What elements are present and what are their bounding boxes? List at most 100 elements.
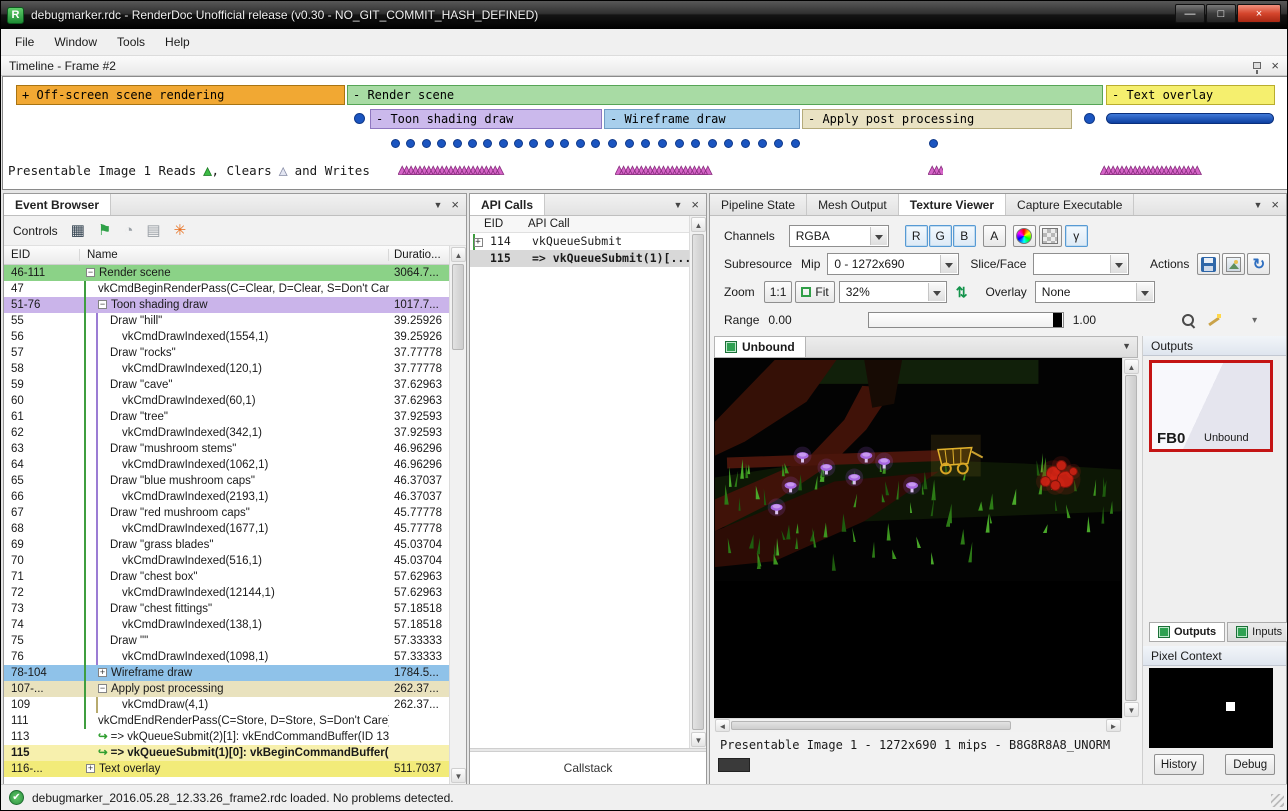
- event-row[interactable]: 57Draw "rocks"37.77778: [4, 345, 449, 361]
- close-icon[interactable]: ×: [1271, 200, 1279, 210]
- column-eid[interactable]: EID: [470, 218, 528, 230]
- expand-icon[interactable]: +: [98, 668, 107, 677]
- timeline-draw-dot[interactable]: [545, 139, 554, 148]
- zoom-1to1-button[interactable]: 1:1: [764, 281, 793, 303]
- event-row[interactable]: 60vkCmdDrawIndexed(60,1)37.62963: [4, 393, 449, 409]
- texture-image[interactable]: [714, 360, 1122, 581]
- api-call-row[interactable]: +114vkQueueSubmit: [470, 233, 689, 250]
- expander-chevron-icon[interactable]: ▾: [1252, 315, 1257, 326]
- event-row[interactable]: 73Draw "chest fittings"57.18518: [4, 601, 449, 617]
- event-row[interactable]: 109vkCmdDraw(4,1)262.37...: [4, 697, 449, 713]
- scroll-up-icon[interactable]: ▲: [691, 217, 706, 232]
- column-api-call[interactable]: API Call: [528, 218, 689, 230]
- green-channel-button[interactable]: G: [929, 225, 952, 247]
- event-row[interactable]: 75Draw ""57.33333: [4, 633, 449, 649]
- scroll-thumb[interactable]: [452, 264, 464, 350]
- timeline-draw-dot[interactable]: [529, 139, 538, 148]
- blue-channel-button[interactable]: B: [953, 225, 976, 247]
- event-row[interactable]: 62vkCmdDrawIndexed(342,1)37.92593: [4, 425, 449, 441]
- stats-icon[interactable]: ▤: [146, 223, 160, 238]
- title-bar[interactable]: R debugmarker.rdc - RenderDoc Unofficial…: [1, 1, 1287, 29]
- timeline-draw-dot[interactable]: [625, 139, 634, 148]
- event-row[interactable]: 46-111−Render scene3064.7...: [4, 265, 449, 281]
- event-row[interactable]: 107-...−Apply post processing262.37...: [4, 681, 449, 697]
- timeline-marker-bar[interactable]: - Wireframe draw: [604, 109, 800, 129]
- timeline-draw-dot[interactable]: [560, 139, 569, 148]
- alpha-channel-button[interactable]: A: [983, 225, 1006, 247]
- overlay-select[interactable]: None: [1035, 281, 1155, 303]
- find-icon[interactable]: ✳: [174, 223, 187, 238]
- scroll-right-icon[interactable]: ►: [1106, 719, 1121, 732]
- timeline-draw-dot[interactable]: [758, 139, 767, 148]
- tab-outputs[interactable]: Outputs: [1149, 622, 1225, 642]
- event-row[interactable]: 64vkCmdDrawIndexed(1062,1)46.96296: [4, 457, 449, 473]
- event-row[interactable]: 111vkCmdEndRenderPass(C=Store, D=Store, …: [4, 713, 449, 729]
- column-eid[interactable]: EID: [4, 249, 80, 261]
- tab-mesh-output[interactable]: Mesh Output: [807, 194, 899, 215]
- scroll-left-icon[interactable]: ◄: [715, 719, 730, 732]
- history-button[interactable]: History: [1154, 754, 1204, 775]
- event-row[interactable]: 66vkCmdDrawIndexed(2193,1)46.37037: [4, 489, 449, 505]
- collapse-icon[interactable]: −: [98, 684, 107, 693]
- event-row[interactable]: 65Draw "blue mushroom caps"46.37037: [4, 473, 449, 489]
- scroll-up-icon[interactable]: ▲: [1124, 359, 1139, 374]
- timeline-draw-dot[interactable]: [691, 139, 700, 148]
- zoom-fit-button[interactable]: Fit: [795, 281, 834, 303]
- scroll-up-icon[interactable]: ▲: [451, 247, 466, 262]
- timeline-draw-dot[interactable]: [437, 139, 446, 148]
- scroll-down-icon[interactable]: ▼: [691, 732, 706, 747]
- event-row[interactable]: 78-104+Wireframe draw1784.5...: [4, 665, 449, 681]
- maximize-button[interactable]: □: [1206, 4, 1236, 23]
- timeline-draw-dot[interactable]: [774, 139, 783, 148]
- callstack-splitter[interactable]: [470, 748, 706, 752]
- event-row[interactable]: 115↪=> vkQueueSubmit(1)[0]: vkBeginComma…: [4, 745, 449, 761]
- scroll-down-icon[interactable]: ▼: [451, 768, 466, 783]
- event-row[interactable]: 55Draw "hill"39.25926: [4, 313, 449, 329]
- scroll-down-icon[interactable]: ▼: [1124, 702, 1139, 717]
- tab-capture-executable[interactable]: Capture Executable: [1006, 194, 1134, 215]
- debug-button[interactable]: Debug: [1225, 754, 1275, 775]
- timeline-panel-header[interactable]: Timeline - Frame #2 ×: [1, 56, 1287, 76]
- tab-list-icon[interactable]: ▼: [1116, 337, 1137, 357]
- timeline-draw-dot[interactable]: [741, 139, 750, 148]
- save-button[interactable]: [1197, 253, 1220, 275]
- background-button[interactable]: [1039, 225, 1062, 247]
- event-row[interactable]: 63Draw "mushroom stems"46.96296: [4, 441, 449, 457]
- event-row[interactable]: 71Draw "chest box"57.62963: [4, 569, 449, 585]
- fb0-thumbnail[interactable]: FB0 Unbound: [1149, 360, 1273, 452]
- mip-select[interactable]: 0 - 1272x690: [827, 253, 959, 275]
- texture-hscrollbar[interactable]: ◄ ►: [714, 718, 1122, 732]
- zoom-range-icon[interactable]: [1180, 312, 1196, 328]
- event-row[interactable]: 113↪=> vkQueueSubmit(2)[1]: vkEndCommand…: [4, 729, 449, 745]
- timeline-draw-dot[interactable]: [641, 139, 650, 148]
- red-channel-button[interactable]: R: [905, 225, 928, 247]
- slice-face-select[interactable]: [1033, 253, 1129, 275]
- autofit-wand-icon[interactable]: [1206, 312, 1222, 328]
- timeline-range-bar[interactable]: [1106, 113, 1274, 124]
- timeline-draw-dot[interactable]: [499, 139, 508, 148]
- close-icon[interactable]: ×: [1271, 58, 1279, 73]
- tab-inputs[interactable]: Inputs: [1227, 622, 1288, 642]
- texture-display[interactable]: [714, 358, 1122, 718]
- menu-item-tools[interactable]: Tools: [107, 30, 155, 54]
- event-row[interactable]: 58vkCmdDrawIndexed(120,1)37.77778: [4, 361, 449, 377]
- tab-pipeline-state[interactable]: Pipeline State: [710, 194, 807, 215]
- event-row[interactable]: 47vkCmdBeginRenderPass(C=Clear, D=Clear,…: [4, 281, 449, 297]
- event-row[interactable]: 72vkCmdDrawIndexed(12144,1)57.62963: [4, 585, 449, 601]
- event-row[interactable]: 70vkCmdDrawIndexed(516,1)45.03704: [4, 553, 449, 569]
- timeline-draw-dot[interactable]: [391, 139, 400, 148]
- minimize-button[interactable]: —: [1175, 4, 1205, 23]
- api-calls-scrollbar[interactable]: ▲ ▼: [689, 216, 706, 748]
- column-name[interactable]: Name: [80, 249, 389, 261]
- panel-menu-icon[interactable]: ▼: [433, 200, 442, 210]
- timeline-draw-dot[interactable]: [724, 139, 733, 148]
- timeline-marker-bar[interactable]: + Off-screen scene rendering: [16, 85, 345, 105]
- timeline-draw-dot[interactable]: [608, 139, 617, 148]
- texture-vscrollbar[interactable]: ▲ ▼: [1122, 358, 1139, 718]
- pin-icon[interactable]: [1253, 62, 1261, 69]
- scroll-thumb[interactable]: [731, 721, 1011, 730]
- range-slider[interactable]: [868, 312, 1064, 328]
- timeline-draw-dot[interactable]: [1084, 113, 1095, 124]
- timeline-draw-dot[interactable]: [929, 139, 938, 148]
- close-icon[interactable]: ×: [451, 200, 459, 210]
